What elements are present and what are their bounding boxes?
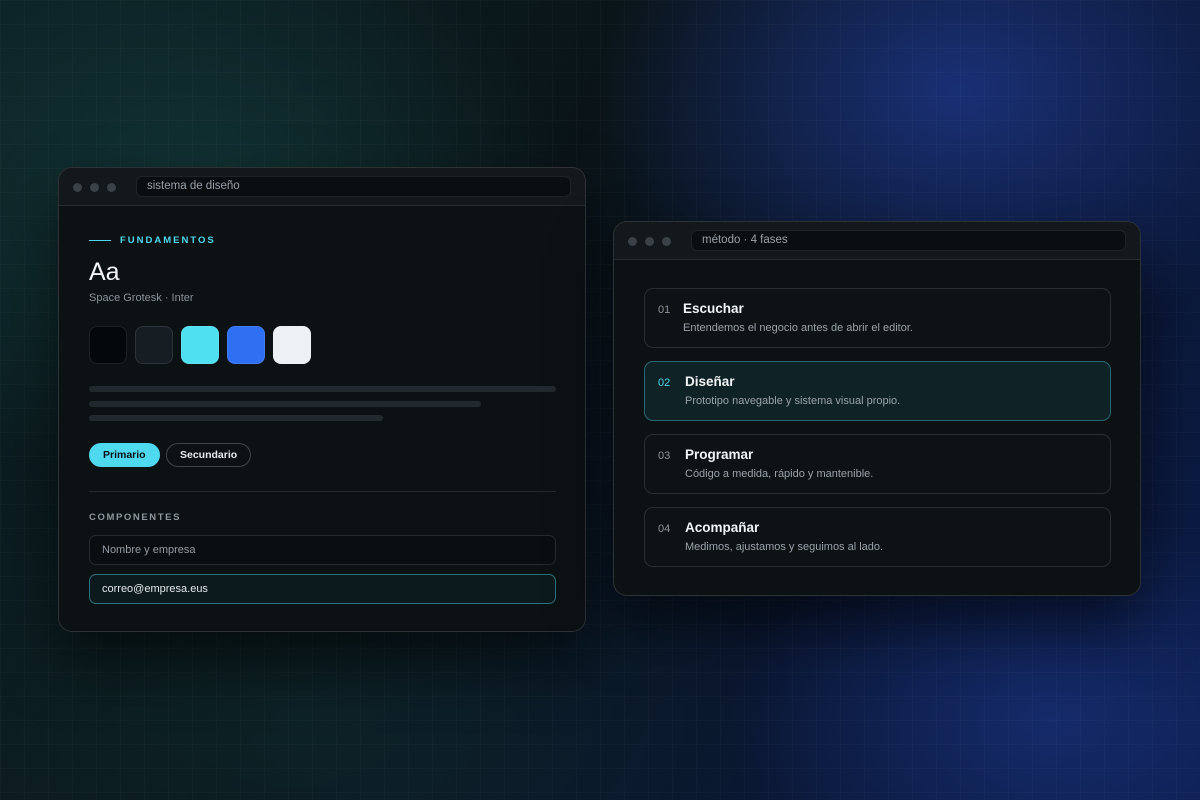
type-caption: Space Grotesk · Inter (89, 292, 194, 304)
step-card-escuchar[interactable]: 01 Escuchar Entendemos el negocio antes … (644, 288, 1111, 348)
type-sample: Aa (89, 258, 120, 286)
eyebrow-line (89, 240, 111, 241)
address-bar[interactable]: método · 4 fases (691, 230, 1126, 251)
step-card-disenar[interactable]: 02 Diseñar Prototipo navegable y sistema… (644, 361, 1111, 421)
step-card-programar[interactable]: 03 Programar Código a medida, rápido y m… (644, 434, 1111, 494)
primary-button[interactable]: Primario (89, 443, 160, 467)
step-number: 03 (658, 450, 671, 462)
divider (89, 491, 556, 492)
method-window: método · 4 fases 01 Escuchar Entendemos … (613, 221, 1141, 596)
text-placeholder-bar (89, 386, 556, 392)
secondary-button[interactable]: Secundario (166, 443, 252, 467)
titlebar: sistema de diseño (59, 168, 585, 206)
color-swatch (227, 326, 265, 364)
text-placeholder-bar (89, 415, 383, 421)
step-number: 01 (658, 304, 671, 316)
step-card-acompanar[interactable]: 04 Acompañar Medimos, ajustamos y seguim… (644, 507, 1111, 567)
section-eyebrow: FUNDAMENTOS (89, 235, 216, 246)
step-title: Programar (685, 447, 754, 462)
close-dot-icon[interactable] (628, 237, 637, 246)
minimize-dot-icon[interactable] (645, 237, 654, 246)
text-placeholder-bar (89, 401, 481, 407)
step-number: 04 (658, 523, 671, 535)
color-swatch (273, 326, 311, 364)
components-label: COMPONENTES (89, 512, 182, 523)
address-bar[interactable]: sistema de diseño (136, 176, 571, 197)
step-description: Medimos, ajustamos y seguimos al lado. (685, 541, 884, 553)
email-field[interactable]: correo@empresa.eus (89, 574, 556, 604)
step-description: Código a medida, rápido y mantenible. (685, 468, 874, 480)
color-swatches (89, 326, 319, 364)
design-system-window: sistema de diseño FUNDAMENTOS Aa Space G… (58, 167, 586, 632)
step-title: Diseñar (685, 374, 735, 389)
step-number: 02 (658, 377, 671, 389)
maximize-dot-icon[interactable] (107, 183, 116, 192)
minimize-dot-icon[interactable] (90, 183, 99, 192)
eyebrow-label: FUNDAMENTOS (120, 235, 216, 246)
step-description: Entendemos el negocio antes de abrir el … (683, 322, 913, 334)
color-swatch (135, 326, 173, 364)
step-title: Escuchar (683, 301, 744, 316)
name-company-field[interactable]: Nombre y empresa (89, 535, 556, 565)
close-dot-icon[interactable] (73, 183, 82, 192)
color-swatch (181, 326, 219, 364)
maximize-dot-icon[interactable] (662, 237, 671, 246)
step-title: Acompañar (685, 520, 760, 535)
color-swatch (89, 326, 127, 364)
titlebar: método · 4 fases (614, 222, 1140, 260)
step-description: Prototipo navegable y sistema visual pro… (685, 395, 901, 407)
